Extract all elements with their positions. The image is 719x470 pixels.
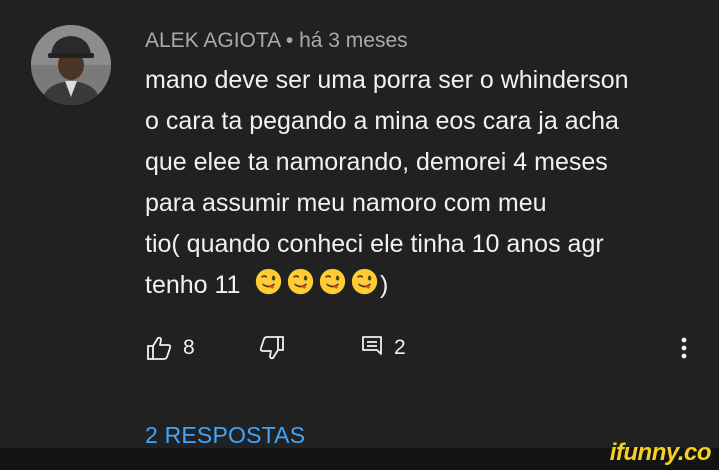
more-vertical-icon — [681, 337, 687, 359]
comment-meta: ALEK AGIOTA • há 3 meses — [145, 27, 408, 55]
thumbs-down-icon — [259, 336, 284, 360]
winking-face-tongue-emoji — [319, 268, 346, 295]
comment-line: mano deve ser uma porra ser o whinderson — [145, 66, 629, 94]
reply-button[interactable]: 2 — [360, 333, 406, 363]
dislike-button[interactable] — [258, 333, 286, 363]
meta-separator: • — [285, 29, 294, 52]
reply-count: 2 — [394, 336, 406, 359]
comment-line: que elee ta namorando, demorei 4 meses — [145, 148, 608, 176]
avatar-image — [31, 25, 111, 105]
more-options-button[interactable] — [674, 334, 694, 362]
thumbs-up-icon — [147, 336, 172, 360]
author-avatar[interactable] — [31, 25, 111, 105]
winking-face-tongue-emoji — [255, 268, 282, 295]
comment-text: mano deve ser uma porra ser o whinderson… — [145, 60, 705, 306]
comment-line: para assumir meu namoro com meu — [145, 189, 547, 217]
comment-line: tio( quando conheci ele tinha 10 anos ag… — [145, 230, 604, 258]
like-button[interactable]: 8 — [145, 333, 195, 363]
like-count: 8 — [183, 336, 195, 359]
author-name[interactable]: ALEK AGIOTA — [145, 29, 280, 52]
winking-face-tongue-emoji — [287, 268, 314, 295]
comment-icon — [362, 336, 382, 355]
view-replies-link[interactable]: 2 RESPOSTAS — [145, 420, 305, 450]
winking-face-tongue-emoji — [351, 268, 378, 295]
comment-time[interactable]: há 3 meses — [299, 29, 408, 52]
ifunny-watermark: ifunny.co — [609, 439, 712, 466]
comment-closing: ) — [380, 271, 389, 299]
comment-line: tenho 11 — [145, 271, 241, 299]
comment-line: o cara ta pegando a mina eos cara ja ach… — [145, 107, 619, 135]
emoji-group — [255, 268, 378, 295]
